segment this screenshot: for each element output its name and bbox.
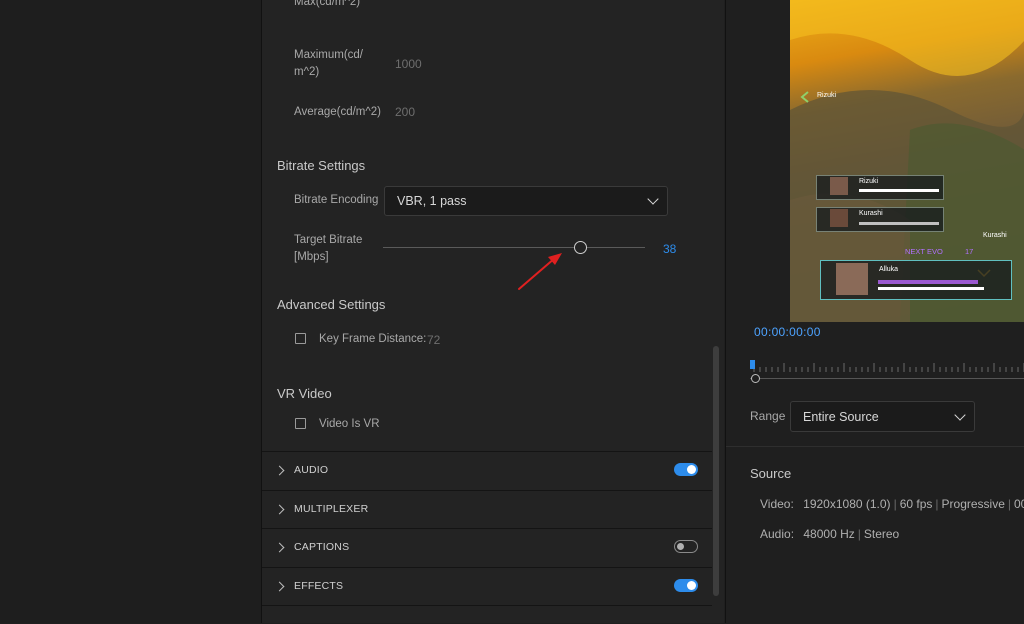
effects-toggle[interactable] bbox=[674, 579, 698, 592]
chevron-down-icon bbox=[647, 193, 659, 205]
chevron-down-icon bbox=[954, 408, 966, 421]
export-settings-panel: Max(cd/m^2) Maximum(cd/ m^2) 1000 Averag… bbox=[262, 0, 724, 623]
source-audio-label: Audio: bbox=[760, 527, 795, 541]
player-name: Alluka bbox=[879, 266, 899, 273]
accordion-multiplexer[interactable]: MULTIPLEXER bbox=[262, 490, 712, 529]
source-title: Source bbox=[750, 466, 792, 481]
maximum-label-line2: m^2) bbox=[294, 66, 320, 78]
annotation-arrow-icon bbox=[518, 253, 562, 290]
accordion-effects[interactable]: EFFECTS bbox=[262, 567, 712, 606]
average-value[interactable]: 200 bbox=[395, 105, 415, 119]
health-bar bbox=[859, 222, 939, 225]
accordion-multiplexer-label: MULTIPLEXER bbox=[294, 503, 369, 515]
average-label: Average(cd/m^2) bbox=[294, 106, 381, 118]
bitrate-encoding-value: VBR, 1 pass bbox=[397, 194, 467, 208]
evo-count: 17 bbox=[965, 247, 974, 256]
source-video-extra: 00 bbox=[1014, 497, 1024, 511]
accordion-captions[interactable]: CAPTIONS bbox=[262, 528, 712, 567]
timeline-scrub-bar[interactable] bbox=[750, 378, 1024, 379]
audio-toggle[interactable] bbox=[674, 463, 698, 476]
marker-label: Rizuki bbox=[817, 92, 837, 99]
playhead-handle[interactable] bbox=[751, 374, 760, 383]
video-is-vr-label: Video Is VR bbox=[319, 418, 380, 430]
source-video-resolution: 1920x1080 (1.0) bbox=[803, 497, 891, 511]
accordion-next[interactable] bbox=[262, 605, 712, 624]
settings-scrollbar[interactable] bbox=[713, 346, 719, 596]
chevron-right-icon bbox=[274, 465, 285, 476]
video-preview: Rizuki Rizuki Kurashi Kurashi NEXT EVO 1… bbox=[790, 0, 1024, 322]
next-evo-label: NEXT EVO bbox=[905, 247, 943, 256]
health-bar bbox=[859, 189, 939, 192]
source-video-label: Video: bbox=[760, 497, 794, 511]
target-bitrate-label-line2: [Mbps] bbox=[294, 251, 329, 263]
teammate-marker-label: Kurashi bbox=[983, 232, 1007, 239]
chevron-right-icon bbox=[274, 581, 285, 592]
target-bitrate-label-line1: Target Bitrate bbox=[294, 234, 363, 246]
timeline-ruler[interactable] bbox=[750, 357, 1024, 374]
teammate-name-1: Rizuki bbox=[859, 178, 879, 185]
divider bbox=[726, 446, 1024, 447]
keyframe-distance-checkbox[interactable] bbox=[295, 333, 306, 344]
health-bar bbox=[878, 287, 984, 290]
vr-video-title: VR Video bbox=[277, 386, 332, 401]
video-is-vr-checkbox[interactable] bbox=[295, 418, 306, 429]
keyframe-distance-label: Key Frame Distance: bbox=[319, 333, 427, 345]
accordion-effects-label: EFFECTS bbox=[294, 580, 344, 592]
avatar bbox=[830, 177, 848, 195]
target-bitrate-slider-thumb[interactable] bbox=[573, 241, 587, 254]
advanced-settings-title: Advanced Settings bbox=[277, 297, 386, 312]
source-audio-channels: Stereo bbox=[863, 527, 900, 541]
range-select[interactable]: Entire Source bbox=[790, 401, 975, 432]
bitrate-settings-title: Bitrate Settings bbox=[277, 158, 366, 173]
chevron-right-icon bbox=[274, 542, 285, 553]
bitrate-encoding-select[interactable]: VBR, 1 pass bbox=[384, 186, 668, 216]
avatar bbox=[830, 209, 848, 227]
bitrate-encoding-label: Bitrate Encoding bbox=[294, 194, 379, 206]
source-video-fps: 60 fps bbox=[899, 497, 933, 511]
preview-panel: Rizuki Rizuki Kurashi Kurashi NEXT EVO 1… bbox=[725, 0, 1024, 623]
maximum-value[interactable]: 1000 bbox=[395, 57, 422, 71]
shield-bar bbox=[878, 280, 978, 284]
source-audio-row: Audio: 48000 Hz | Stereo bbox=[760, 527, 900, 541]
captions-toggle[interactable] bbox=[674, 540, 698, 553]
accordion-audio-label: AUDIO bbox=[294, 464, 329, 476]
timecode[interactable]: 00:00:00:00 bbox=[754, 325, 821, 339]
playhead-marker[interactable] bbox=[750, 360, 755, 369]
maximum-label-line1: Maximum(cd/ bbox=[294, 49, 364, 61]
source-video-scan: Progressive bbox=[941, 497, 1005, 511]
accordion-audio[interactable]: AUDIO bbox=[262, 451, 712, 490]
keyframe-distance-value[interactable]: 72 bbox=[427, 333, 440, 347]
source-audio-rate: 48000 Hz bbox=[803, 527, 855, 541]
avatar bbox=[836, 263, 868, 295]
chevron-right-icon bbox=[274, 504, 285, 515]
hdr-max-label: Max(cd/m^2) bbox=[294, 0, 361, 8]
target-bitrate-value[interactable]: 38 bbox=[663, 242, 676, 256]
source-video-row: Video: 1920x1080 (1.0) | 60 fps | Progressiv… bbox=[760, 497, 1024, 511]
range-value: Entire Source bbox=[803, 409, 879, 424]
teammate-name-2: Kurashi bbox=[859, 210, 883, 217]
range-label: Range bbox=[750, 409, 786, 423]
left-panel bbox=[0, 0, 262, 623]
accordion-captions-label: CAPTIONS bbox=[294, 541, 350, 553]
